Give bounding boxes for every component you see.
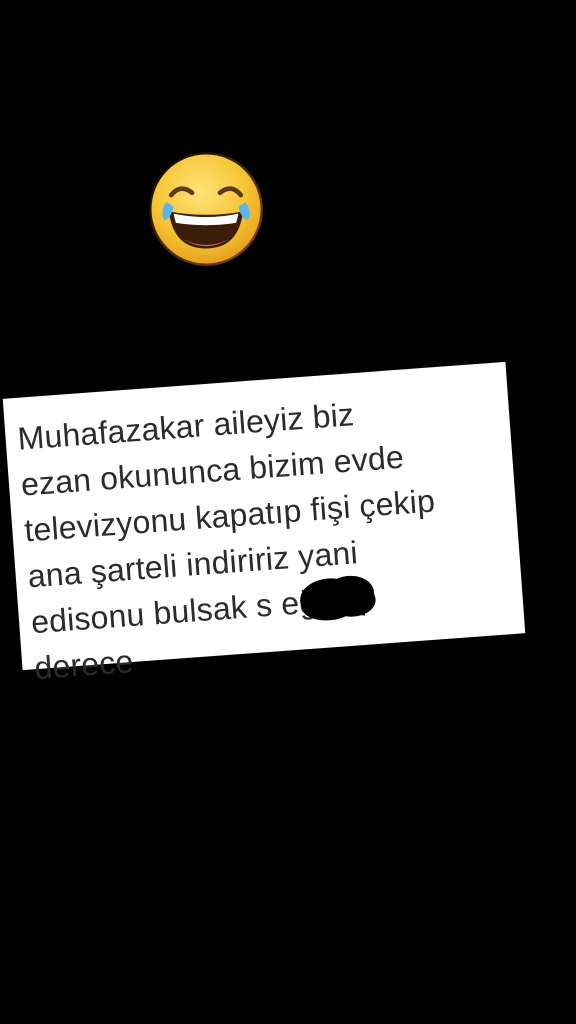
meme-screen: Muhafazakar aileyiz biz ezan okununca bi…	[0, 0, 576, 1024]
censor-scribble	[300, 575, 376, 621]
text-note-card: Muhafazakar aileyiz biz ezan okununca bi…	[2, 361, 526, 686]
face-with-tears-of-joy-icon	[149, 152, 263, 266]
